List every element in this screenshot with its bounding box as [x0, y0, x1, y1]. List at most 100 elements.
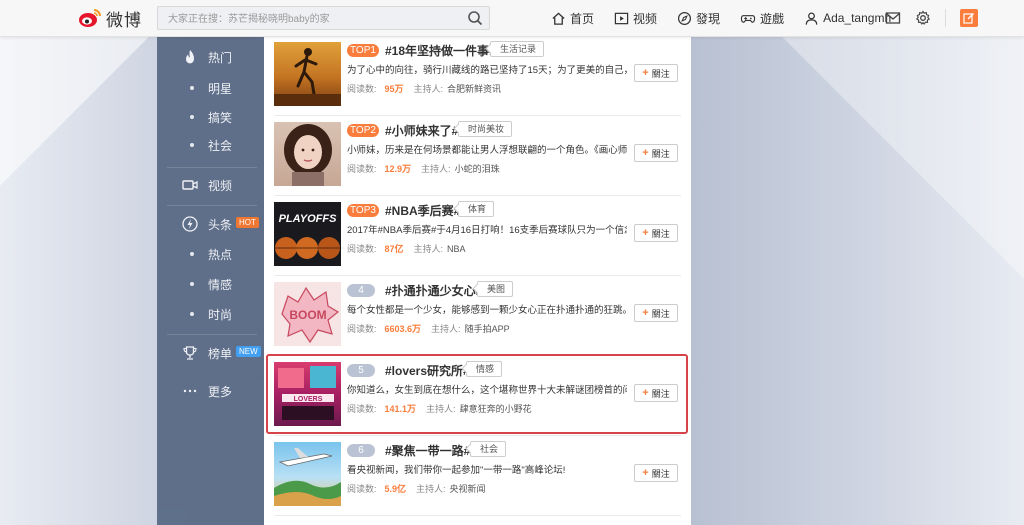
nav-username: Ada_tangmh	[823, 11, 892, 25]
topic-title[interactable]: #NBA季后赛#	[385, 202, 460, 219]
follow-label: 關注	[651, 148, 670, 159]
category-tag[interactable]: 社会	[470, 441, 507, 457]
category-tag[interactable]: 时尚美妆	[458, 121, 513, 137]
topic-title[interactable]: #扑通扑通少女心#	[385, 282, 482, 299]
topic-thumbnail[interactable]: BOOM	[274, 282, 341, 346]
new-badge: NEW	[236, 346, 261, 357]
sidebar-item-stars[interactable]: 明星	[157, 76, 264, 100]
sidebar-item-headlines[interactable]: 头条 HOT	[157, 212, 264, 236]
flame-icon	[186, 50, 194, 64]
topic-title[interactable]: #小师妹来了#	[385, 122, 458, 139]
category-tag[interactable]: 美图	[477, 281, 514, 297]
host-name[interactable]: 小蛇的泪珠	[455, 164, 500, 174]
bullet-dot	[190, 282, 194, 286]
list-item[interactable]: TOP1 #18年坚持做一件事# 生活记录 为了心中的向往，骑行川藏线的路已坚持…	[264, 36, 691, 116]
mail-icon[interactable]	[885, 10, 901, 26]
topic-thumbnail[interactable]	[274, 42, 341, 106]
list-item[interactable]: PLAYOFFS TOP3 #NBA季后赛# 体育 2017年#NBA季后赛#于…	[264, 196, 691, 276]
host-label: 主持人:	[431, 324, 461, 334]
bolt-icon	[182, 216, 198, 232]
follow-button[interactable]: + 關注	[634, 144, 678, 162]
sidebar-item-hot[interactable]: 热门	[157, 45, 264, 69]
topic-description: 你知道么，女生到底在想什么，这个堪称世界十大未解谜团榜首的问题，...	[347, 385, 627, 396]
video-camera-icon	[182, 180, 198, 190]
sidebar-item-video[interactable]: 视频	[157, 173, 264, 197]
topic-list: TOP1 #18年坚持做一件事# 生活记录 为了心中的向往，骑行川藏线的路已坚持…	[264, 36, 691, 525]
host-label: 主持人:	[413, 244, 444, 254]
topic-thumbnail[interactable]	[274, 442, 341, 506]
list-item[interactable]: 6 #聚焦一带一路# 社会 看央视新闻，我们带你一起参加"一带一路"高峰论坛! …	[264, 436, 691, 516]
topic-title[interactable]: #18年坚持做一件事#	[385, 42, 496, 59]
bullet-dot	[190, 143, 194, 147]
list-item-selected[interactable]: LOVERS 5 #lovers研究所# 情感 你知道么，女生到底在想什么，这个…	[264, 356, 691, 436]
topic-description: 2017年#NBA季后赛#于4月16日打响！16支季后赛球队只为一个信念。那就.…	[347, 225, 627, 236]
follow-button[interactable]: + 關注	[634, 464, 678, 482]
sidebar-item-label: 社会	[208, 138, 233, 153]
nav-games-label: 遊戲	[760, 11, 785, 26]
compose-button[interactable]	[960, 9, 978, 27]
follow-button[interactable]: + 關注	[634, 304, 678, 322]
lovers-text: LOVERS	[294, 396, 323, 403]
sidebar-item-fashion[interactable]: 时尚	[157, 302, 264, 326]
weibo-logo[interactable]: 微博	[78, 6, 148, 31]
sidebar-item-society[interactable]: 社会	[157, 133, 264, 157]
topic-thumbnail[interactable]: LOVERS	[274, 362, 341, 426]
plus-icon: +	[642, 387, 649, 399]
topic-description: 每个女性都是一个少女，能够感到一颗少女心正在扑通扑通的狂跳。来，...	[347, 305, 627, 316]
category-tag[interactable]: 生活记录	[490, 41, 545, 57]
home-icon	[552, 11, 565, 25]
runner-image	[274, 48, 341, 106]
topic-thumbnail[interactable]	[274, 122, 341, 186]
category-tag[interactable]: 情感	[466, 361, 503, 377]
left-sidebar: 热门 明星 搞笑 社会 视频 头条 HOT 热点 情感 时尚 榜单 NEW 更多	[157, 36, 264, 525]
sidebar-item-funny[interactable]: 搞笑	[157, 105, 264, 129]
sidebar-item-rankings[interactable]: 榜单 NEW	[157, 341, 264, 365]
sidebar-item-more[interactable]: 更多	[157, 379, 264, 403]
topic-thumbnail[interactable]: PLAYOFFS	[274, 202, 341, 266]
user-icon	[805, 12, 818, 25]
belt-road-image	[274, 448, 341, 506]
search-icon[interactable]	[467, 10, 483, 26]
rank-badge: TOP3	[347, 204, 379, 217]
host-name[interactable]: 合肥新鲜资讯	[447, 84, 501, 94]
host-name[interactable]: 肆意狂奔的小野花	[460, 404, 532, 414]
host-label: 主持人:	[413, 84, 444, 94]
category-tag[interactable]: 体育	[458, 201, 495, 217]
host-name[interactable]: 随手拍APP	[465, 324, 510, 334]
nav-home[interactable]: 首页	[551, 10, 594, 27]
sidebar-item-hotspot[interactable]: 热点	[157, 242, 264, 266]
gamepad-icon	[740, 14, 756, 23]
sidebar-item-emotion[interactable]: 情感	[157, 272, 264, 296]
nav-video[interactable]: 视频	[614, 10, 657, 27]
follow-button[interactable]: + 關注	[634, 224, 678, 242]
topic-title[interactable]: #lovers研究所#	[385, 362, 470, 379]
list-item[interactable]: BOOM 4 #扑通扑通少女心# 美图 每个女性都是一个少女，能够感到一颗少女心…	[264, 276, 691, 356]
sidebar-item-label: 更多	[208, 384, 233, 399]
sidebar-divider	[167, 334, 257, 335]
lovers-image: LOVERS	[278, 366, 336, 420]
rank-badge: 5	[347, 364, 375, 377]
follow-button[interactable]: + 關注	[634, 64, 678, 82]
follow-label: 關注	[651, 68, 670, 79]
nav-games[interactable]: 遊戲	[740, 10, 784, 27]
follow-button[interactable]: + 關注	[634, 384, 678, 402]
bullet-dot	[190, 312, 194, 316]
sidebar-divider	[167, 167, 257, 168]
search-input[interactable]	[158, 7, 460, 31]
sidebar-item-label: 热门	[208, 50, 233, 65]
plus-icon: +	[642, 307, 649, 319]
topic-title[interactable]: #聚焦一带一路#	[385, 442, 470, 459]
search-box	[157, 6, 490, 31]
gear-icon[interactable]	[915, 10, 931, 26]
topic-description: 为了心中的向往，骑行川藏线的路已坚持了15天；为了更美的自己，健身...	[347, 65, 627, 76]
host-name[interactable]: NBA	[447, 244, 466, 254]
sidebar-item-label: 时尚	[208, 307, 233, 322]
rank-badge: 4	[347, 284, 375, 297]
boom-text: BOOM	[289, 308, 326, 322]
bullet-dot	[190, 86, 194, 90]
host-name[interactable]: 央视新闻	[450, 484, 486, 494]
read-count: 141.1万	[384, 404, 417, 414]
list-item[interactable]: TOP2 #小师妹来了# 时尚美妆 小师妹，历来是在何场景都能让男人浮想联翩的一…	[264, 116, 691, 196]
nav-discover[interactable]: 發現	[677, 10, 720, 27]
nav-user[interactable]: Ada_tangmh	[804, 11, 891, 26]
